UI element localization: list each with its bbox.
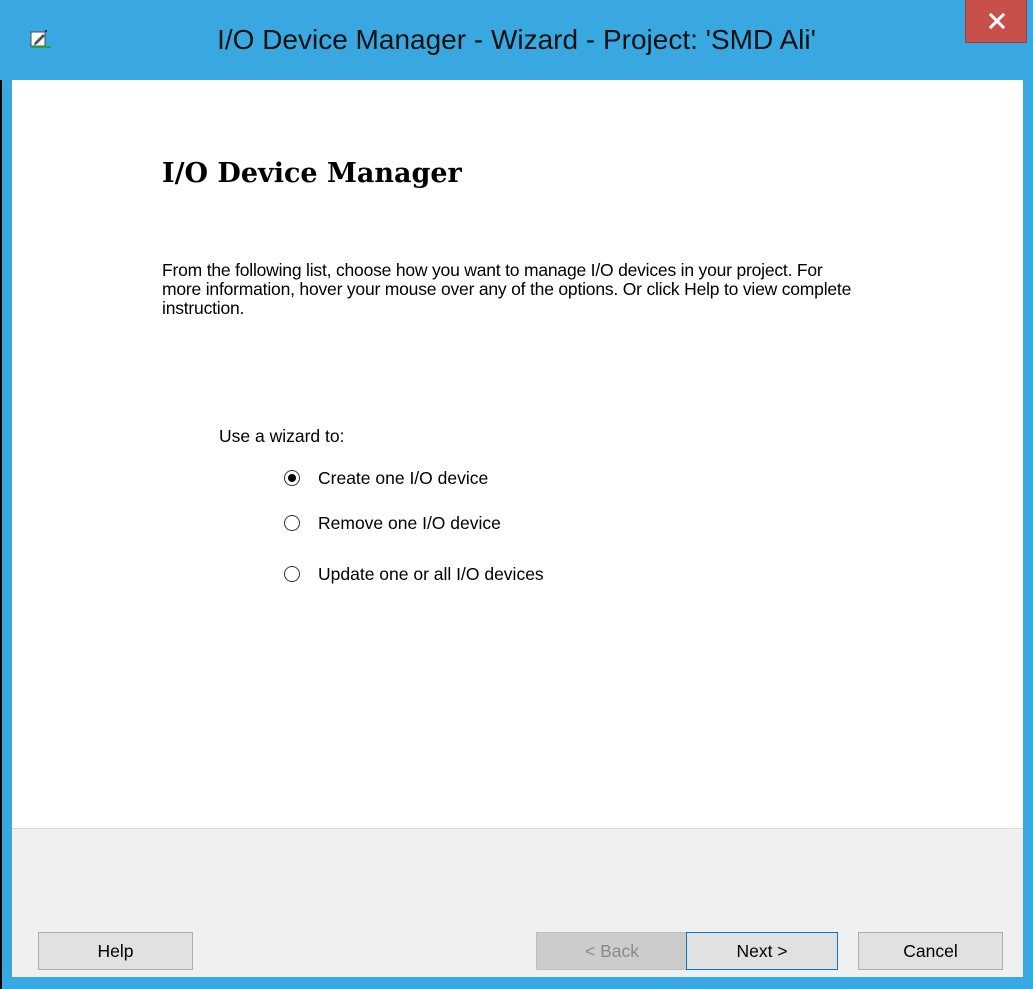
close-icon bbox=[989, 13, 1005, 29]
wizard-window: I/O Device Manager - Wizard - Project: '… bbox=[0, 0, 1033, 989]
option-update-devices[interactable]: Update one or all I/O devices bbox=[284, 561, 544, 587]
window-left-edge bbox=[0, 58, 2, 989]
option-remove-device[interactable]: Remove one I/O device bbox=[284, 510, 501, 536]
next-button[interactable]: Next > bbox=[686, 932, 838, 970]
option-group-label: Use a wizard to: bbox=[219, 426, 345, 446]
window-title: I/O Device Manager - Wizard - Project: '… bbox=[217, 24, 816, 55]
intro-text: From the following list, choose how you … bbox=[162, 260, 852, 318]
wizard-content: I/O Device Manager From the following li… bbox=[12, 80, 1023, 977]
edit-form-icon bbox=[30, 29, 52, 49]
radio-button-selected[interactable] bbox=[284, 470, 300, 486]
option-label[interactable]: Remove one I/O device bbox=[318, 513, 501, 534]
radio-button[interactable] bbox=[284, 566, 300, 582]
option-create-device[interactable]: Create one I/O device bbox=[284, 465, 488, 491]
option-label[interactable]: Update one or all I/O devices bbox=[318, 564, 544, 585]
title-bar[interactable]: I/O Device Manager - Wizard - Project: '… bbox=[0, 0, 1033, 80]
page-heading: I/O Device Manager bbox=[162, 158, 462, 189]
button-bar: Help < Back Next > Cancel bbox=[12, 828, 1023, 977]
option-label[interactable]: Create one I/O device bbox=[318, 468, 488, 489]
help-button[interactable]: Help bbox=[38, 932, 193, 970]
cancel-button[interactable]: Cancel bbox=[858, 932, 1003, 970]
close-button[interactable] bbox=[965, 0, 1027, 43]
back-button[interactable]: < Back bbox=[536, 932, 688, 970]
radio-button[interactable] bbox=[284, 515, 300, 531]
